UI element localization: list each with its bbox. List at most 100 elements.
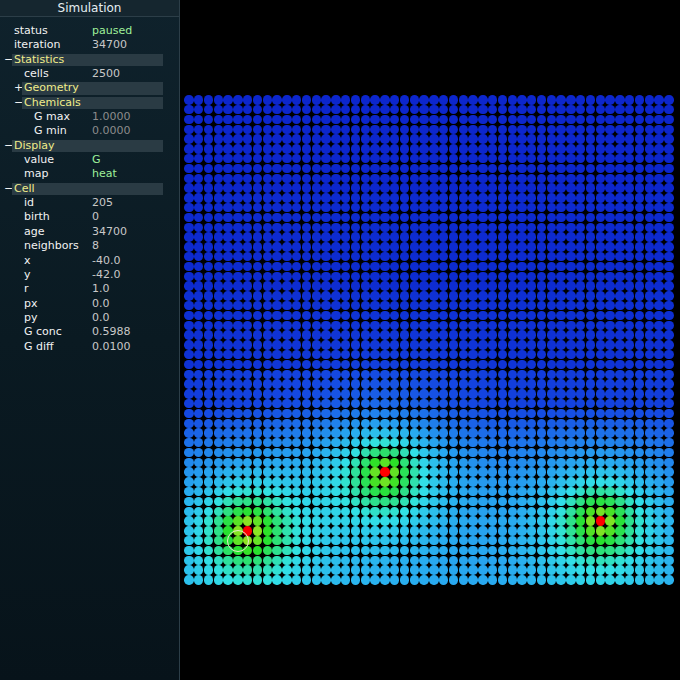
- grid-cell[interactable]: [547, 262, 556, 271]
- grid-cell[interactable]: [331, 399, 340, 408]
- grid-cell[interactable]: [459, 252, 468, 261]
- grid-cell[interactable]: [488, 428, 497, 437]
- grid-cell[interactable]: [625, 399, 634, 408]
- grid-cell[interactable]: [547, 311, 556, 320]
- grid-cell[interactable]: [282, 105, 291, 114]
- grid-cell[interactable]: [243, 242, 252, 251]
- grid-cell[interactable]: [302, 223, 311, 232]
- grid-cell[interactable]: [214, 467, 223, 476]
- grid-cell[interactable]: [410, 144, 419, 153]
- grid-cell[interactable]: [351, 174, 360, 183]
- grid-cell[interactable]: [556, 183, 565, 192]
- grid-cell[interactable]: [292, 134, 301, 143]
- grid-cell[interactable]: [370, 262, 379, 271]
- grid-cell[interactable]: [468, 203, 477, 212]
- grid-cell[interactable]: [645, 291, 654, 300]
- grid-cell[interactable]: [243, 144, 252, 153]
- grid-cell[interactable]: [508, 232, 517, 241]
- grid-cell[interactable]: [547, 340, 556, 349]
- grid-cell[interactable]: [370, 125, 379, 134]
- grid-cell[interactable]: [556, 272, 565, 281]
- grid-cell[interactable]: [576, 125, 585, 134]
- grid-cell[interactable]: [292, 272, 301, 281]
- grid-cell[interactable]: [341, 448, 350, 457]
- grid-cell[interactable]: [419, 183, 428, 192]
- grid-cell[interactable]: [253, 448, 262, 457]
- grid-cell[interactable]: [635, 399, 644, 408]
- grid-cell[interactable]: [263, 379, 272, 388]
- grid-cell[interactable]: [635, 389, 644, 398]
- grid-cell[interactable]: [478, 291, 487, 300]
- grid-cell[interactable]: [282, 242, 291, 251]
- grid-cell[interactable]: [625, 144, 634, 153]
- grid-cell[interactable]: [233, 272, 242, 281]
- grid-cell[interactable]: [400, 370, 409, 379]
- grid-cell[interactable]: [586, 370, 595, 379]
- grid-cell[interactable]: [272, 428, 281, 437]
- grid-cell[interactable]: [449, 389, 458, 398]
- grid-cell[interactable]: [380, 115, 389, 124]
- grid-cell[interactable]: [556, 321, 565, 330]
- grid-cell[interactable]: [664, 389, 673, 398]
- grid-cell[interactable]: [429, 399, 438, 408]
- grid-cell[interactable]: [214, 389, 223, 398]
- grid-cell[interactable]: [635, 193, 644, 202]
- grid-cell[interactable]: [664, 223, 673, 232]
- grid-cell[interactable]: [605, 242, 614, 251]
- grid-cell[interactable]: [488, 203, 497, 212]
- grid-cell[interactable]: [282, 154, 291, 163]
- grid-cell[interactable]: [498, 370, 507, 379]
- grid-cell[interactable]: [410, 291, 419, 300]
- grid-cell[interactable]: [547, 321, 556, 330]
- grid-cell[interactable]: [184, 105, 193, 114]
- grid-cell[interactable]: [380, 203, 389, 212]
- grid-cell[interactable]: [488, 125, 497, 134]
- grid-cell[interactable]: [468, 389, 477, 398]
- grid-cell[interactable]: [419, 379, 428, 388]
- grid-cell[interactable]: [302, 448, 311, 457]
- grid-cell[interactable]: [194, 213, 203, 222]
- grid-cell[interactable]: [488, 321, 497, 330]
- grid-cell[interactable]: [361, 301, 370, 310]
- grid-cell[interactable]: [517, 409, 526, 418]
- grid-cell[interactable]: [439, 144, 448, 153]
- grid-cell[interactable]: [243, 340, 252, 349]
- grid-cell[interactable]: [654, 370, 663, 379]
- grid-cell[interactable]: [312, 262, 321, 271]
- grid-cell[interactable]: [243, 291, 252, 300]
- grid-cell[interactable]: [664, 340, 673, 349]
- grid-cell[interactable]: [478, 174, 487, 183]
- grid-cell[interactable]: [390, 399, 399, 408]
- grid-cell[interactable]: [233, 164, 242, 173]
- grid-cell[interactable]: [410, 203, 419, 212]
- grid-cell[interactable]: [566, 223, 575, 232]
- grid-cell[interactable]: [321, 438, 330, 447]
- grid-cell[interactable]: [439, 419, 448, 428]
- grid-cell[interactable]: [302, 428, 311, 437]
- grid-cell[interactable]: [214, 213, 223, 222]
- grid-cell[interactable]: [547, 360, 556, 369]
- grid-cell[interactable]: [400, 350, 409, 359]
- grid-cell[interactable]: [400, 174, 409, 183]
- grid-cell[interactable]: [537, 203, 546, 212]
- grid-cell[interactable]: [547, 95, 556, 104]
- grid-cell[interactable]: [537, 232, 546, 241]
- grid-cell[interactable]: [253, 281, 262, 290]
- grid-cell[interactable]: [361, 262, 370, 271]
- grid-cell[interactable]: [341, 174, 350, 183]
- grid-cell[interactable]: [214, 438, 223, 447]
- grid-cell[interactable]: [654, 438, 663, 447]
- grid-cell[interactable]: [282, 458, 291, 467]
- grid-cell[interactable]: [272, 193, 281, 202]
- grid-cell[interactable]: [605, 281, 614, 290]
- grid-cell[interactable]: [370, 350, 379, 359]
- grid-cell[interactable]: [341, 262, 350, 271]
- grid-cell[interactable]: [292, 448, 301, 457]
- grid-cell[interactable]: [615, 291, 624, 300]
- grid-cell[interactable]: [566, 350, 575, 359]
- grid-cell[interactable]: [556, 164, 565, 173]
- grid-cell[interactable]: [380, 232, 389, 241]
- grid-cell[interactable]: [419, 262, 428, 271]
- grid-cell[interactable]: [664, 438, 673, 447]
- grid-cell[interactable]: [263, 370, 272, 379]
